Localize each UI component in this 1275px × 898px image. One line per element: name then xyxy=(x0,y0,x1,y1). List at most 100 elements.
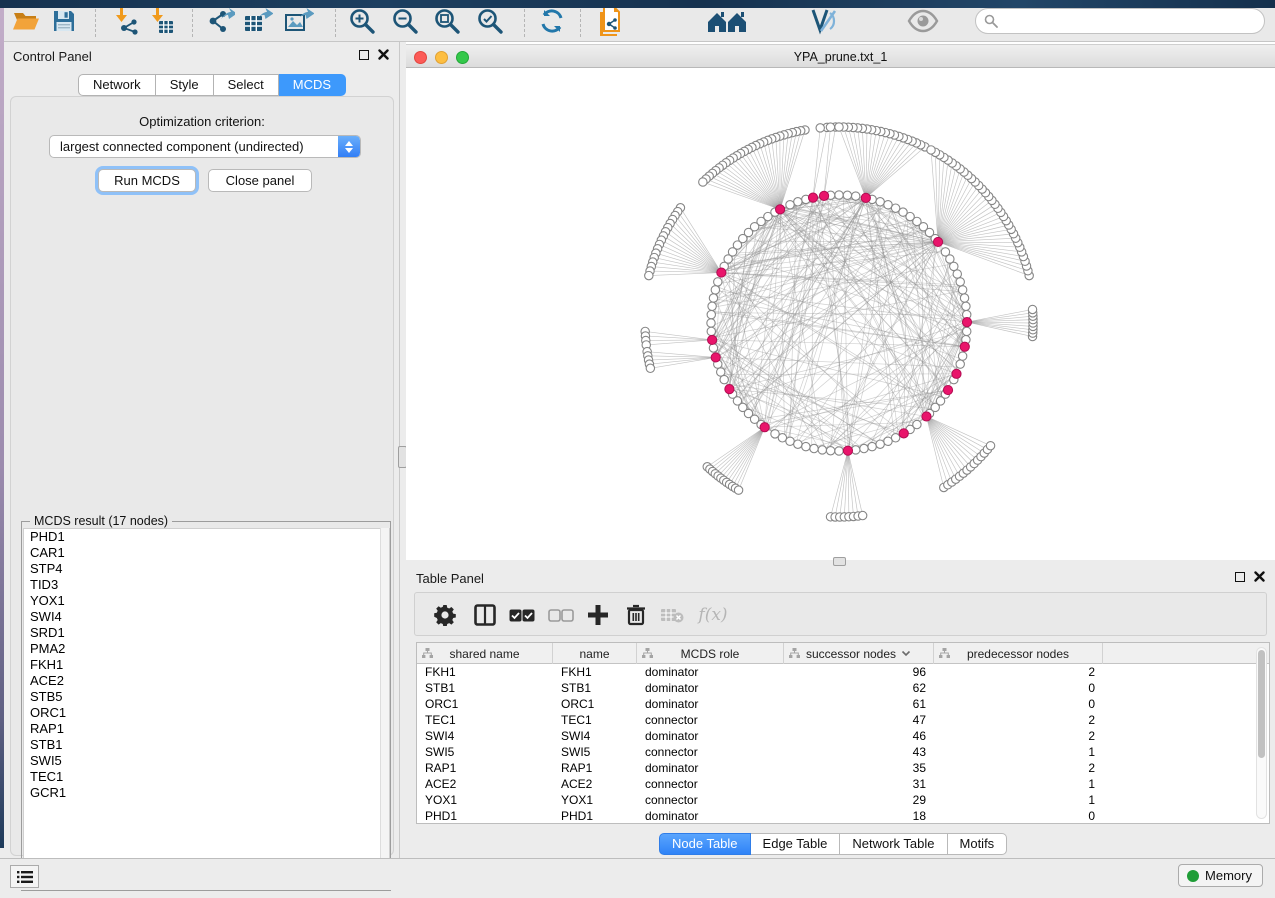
mcds-result-item[interactable]: RAP1 xyxy=(24,721,389,737)
network-node[interactable] xyxy=(835,447,843,455)
save-icon[interactable] xyxy=(48,5,80,37)
tab-network[interactable]: Network xyxy=(78,74,156,96)
network-node[interactable] xyxy=(858,511,866,519)
network-dominator-node[interactable] xyxy=(962,318,971,327)
gear-icon[interactable] xyxy=(430,600,460,630)
mcds-result-item[interactable]: STB1 xyxy=(24,737,389,753)
mcds-result-item[interactable]: SRD1 xyxy=(24,625,389,641)
mcds-result-item[interactable]: ORC1 xyxy=(24,705,389,721)
network-dominator-node[interactable] xyxy=(922,412,931,421)
mcds-result-item[interactable]: STP4 xyxy=(24,561,389,577)
mcds-result-item[interactable]: SWI5 xyxy=(24,753,389,769)
mcds-result-item[interactable]: YOX1 xyxy=(24,593,389,609)
network-node[interactable] xyxy=(986,442,994,450)
mcds-result-item[interactable]: TEC1 xyxy=(24,769,389,785)
close-panel-button[interactable]: Close panel xyxy=(208,169,312,192)
column-header[interactable]: successor nodes xyxy=(784,643,934,664)
network-node[interactable] xyxy=(816,124,824,132)
function-builder-icon[interactable]: f(x) xyxy=(693,600,733,630)
network-dominator-node[interactable] xyxy=(943,385,952,394)
network-dominator-node[interactable] xyxy=(708,335,717,344)
zoom-out-icon[interactable] xyxy=(389,5,421,37)
mcds-result-scrollbar[interactable] xyxy=(380,528,389,890)
hide-selected-icon[interactable] xyxy=(807,5,839,37)
table-row[interactable]: SWI4SWI4dominator462 xyxy=(417,728,1269,744)
network-node[interactable] xyxy=(941,248,949,256)
export-image-icon[interactable] xyxy=(283,5,315,37)
network-node[interactable] xyxy=(891,434,899,442)
network-node[interactable] xyxy=(826,123,834,131)
search-input[interactable] xyxy=(998,11,1264,31)
network-dominator-node[interactable] xyxy=(843,446,852,455)
network-node[interactable] xyxy=(956,278,964,286)
network-node[interactable] xyxy=(709,344,717,352)
network-node[interactable] xyxy=(786,201,794,209)
network-graph[interactable] xyxy=(406,69,1275,560)
table-row[interactable]: ACE2ACE2connector311 xyxy=(417,776,1269,792)
table-row[interactable]: PHD1PHD1dominator180 xyxy=(417,808,1269,824)
table-row[interactable]: STB1STB1dominator620 xyxy=(417,680,1269,696)
network-dominator-node[interactable] xyxy=(861,193,870,202)
show-hidden-eye-icon[interactable] xyxy=(907,5,939,37)
table-row[interactable]: ORC1ORC1dominator610 xyxy=(417,696,1269,712)
network-node[interactable] xyxy=(876,198,884,206)
network-node[interactable] xyxy=(810,444,818,452)
mcds-result-item[interactable]: PHD1 xyxy=(24,529,389,545)
mcds-result-item[interactable]: PMA2 xyxy=(24,641,389,657)
column-header[interactable]: shared name xyxy=(417,643,553,664)
tab-edge-table[interactable]: Edge Table xyxy=(751,833,841,855)
network-node[interactable] xyxy=(962,302,970,310)
import-network-icon[interactable] xyxy=(110,5,142,37)
network-node[interactable] xyxy=(868,442,876,450)
optimization-criterion-select[interactable]: largest connected component (undirected) xyxy=(49,135,361,158)
network-dominator-node[interactable] xyxy=(775,205,784,214)
mcds-result-item[interactable]: GCR1 xyxy=(24,785,389,801)
network-dominator-node[interactable] xyxy=(808,193,817,202)
network-file-icon[interactable] xyxy=(594,5,626,37)
zoom-fit-icon[interactable] xyxy=(431,5,463,37)
refresh-icon[interactable] xyxy=(536,5,568,37)
network-node[interactable] xyxy=(958,286,966,294)
deselect-all-checks-icon[interactable] xyxy=(546,600,576,630)
network-dominator-node[interactable] xyxy=(717,268,726,277)
network-node[interactable] xyxy=(818,446,826,454)
table-scrollbar[interactable] xyxy=(1256,647,1267,819)
network-dominator-node[interactable] xyxy=(819,191,828,200)
network-dominator-node[interactable] xyxy=(933,237,942,246)
search-field[interactable] xyxy=(975,8,1265,34)
network-node[interactable] xyxy=(707,319,715,327)
network-dominator-node[interactable] xyxy=(952,369,961,378)
mcds-result-item[interactable]: STB5 xyxy=(24,689,389,705)
network-node[interactable] xyxy=(826,447,834,455)
network-node[interactable] xyxy=(794,440,802,448)
mcds-result-item[interactable]: FKH1 xyxy=(24,657,389,673)
column-header[interactable]: predecessor nodes xyxy=(934,643,1103,664)
tab-mcds[interactable]: MCDS xyxy=(279,74,346,96)
network-node[interactable] xyxy=(913,420,921,428)
zoom-selected-icon[interactable] xyxy=(474,5,506,37)
tab-network-table[interactable]: Network Table xyxy=(840,833,947,855)
table-row[interactable]: SWI5SWI5connector431 xyxy=(417,744,1269,760)
network-node[interactable] xyxy=(927,146,935,154)
network-node[interactable] xyxy=(734,486,742,494)
mcds-result-item[interactable]: ACE2 xyxy=(24,673,389,689)
show-all-icon[interactable] xyxy=(704,5,750,37)
mcds-result-item[interactable]: CAR1 xyxy=(24,545,389,561)
select-all-checks-icon[interactable] xyxy=(507,600,537,630)
task-history-button[interactable] xyxy=(10,865,39,888)
network-node[interactable] xyxy=(707,310,715,318)
network-dominator-node[interactable] xyxy=(725,385,734,394)
network-dominator-node[interactable] xyxy=(760,423,769,432)
open-folder-icon[interactable] xyxy=(10,5,42,37)
network-dominator-node[interactable] xyxy=(899,429,908,438)
network-node[interactable] xyxy=(835,123,843,131)
network-node[interactable] xyxy=(708,302,716,310)
tab-style[interactable]: Style xyxy=(156,74,214,96)
mcds-result-item[interactable]: TID3 xyxy=(24,577,389,593)
tab-select[interactable]: Select xyxy=(214,74,279,96)
tab-node-table[interactable]: Node Table xyxy=(659,833,751,855)
float-panel-icon[interactable] xyxy=(359,50,369,60)
network-node[interactable] xyxy=(958,352,966,360)
table-row[interactable]: FKH1FKH1dominator962 xyxy=(417,664,1269,680)
network-node[interactable] xyxy=(645,271,653,279)
